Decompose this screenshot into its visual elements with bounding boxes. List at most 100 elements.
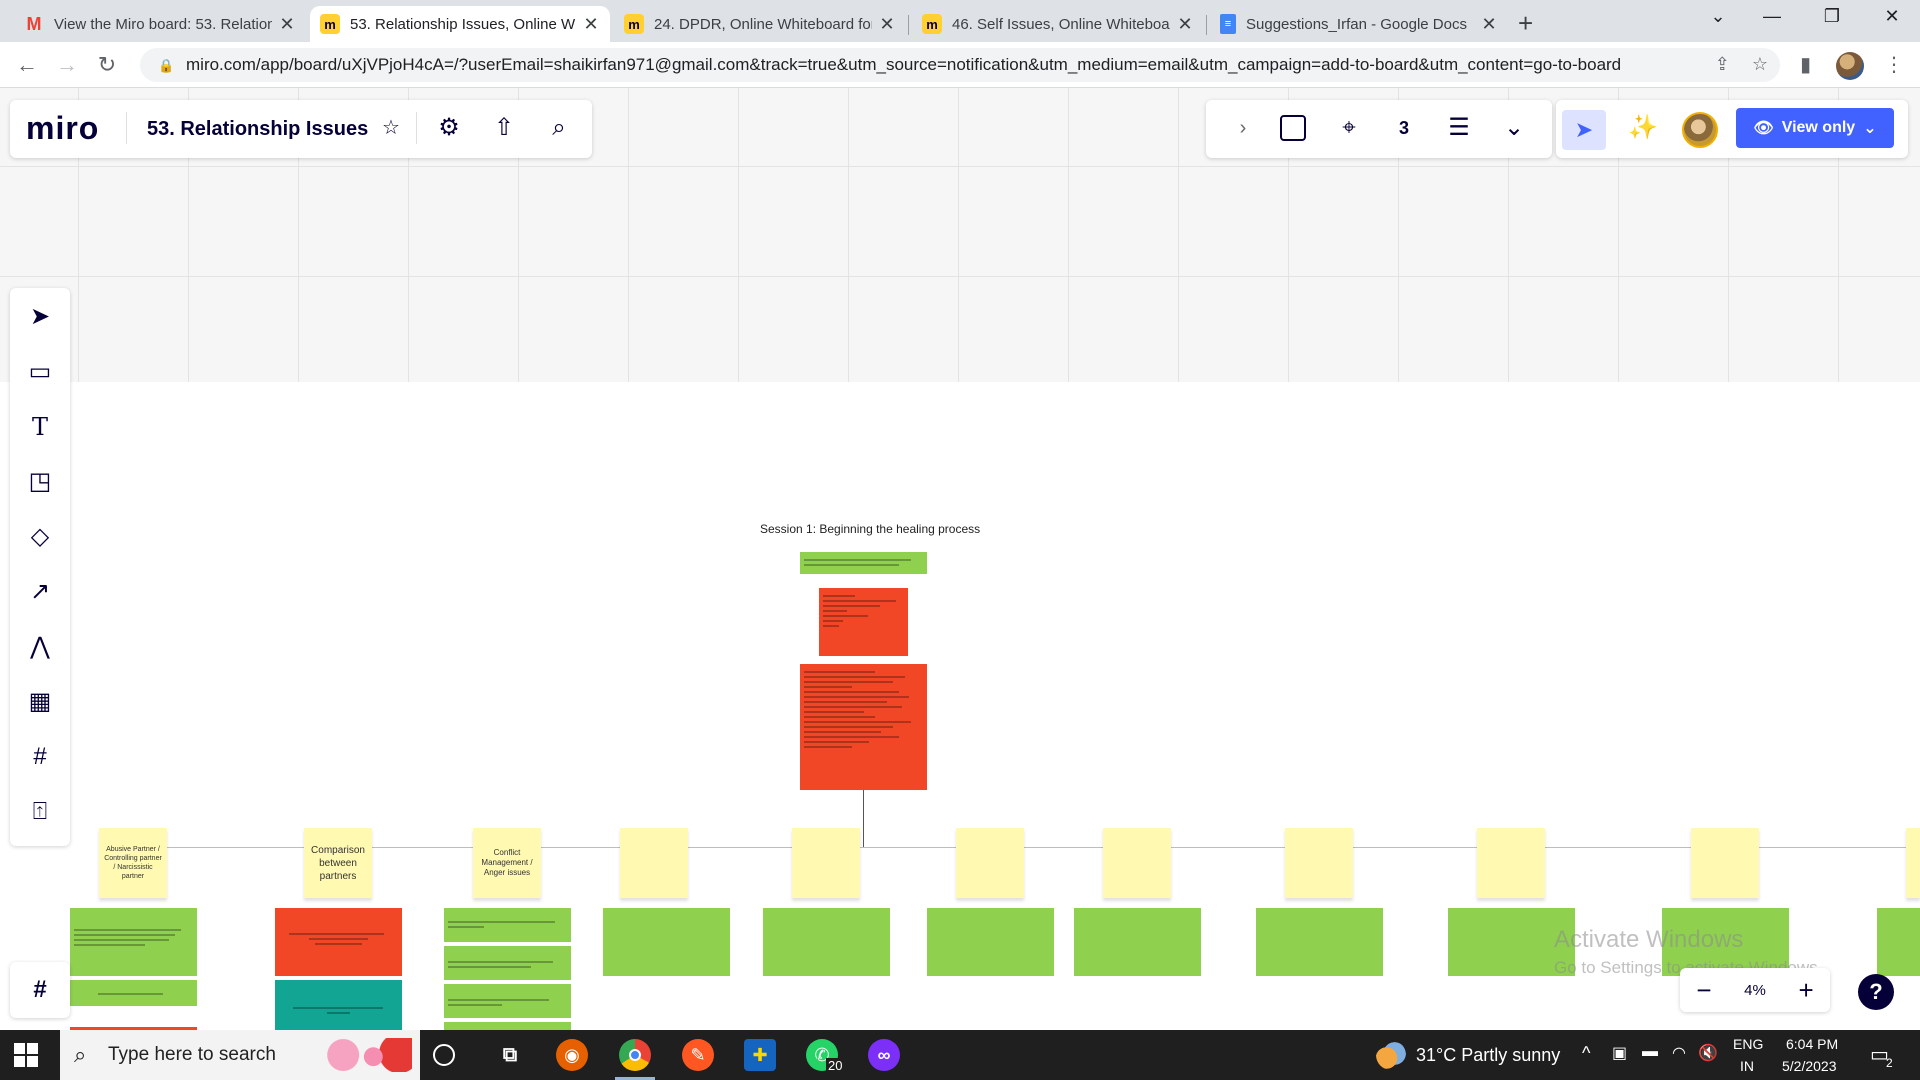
chrome-menu-icon[interactable]: ⋮ [1884,52,1904,77]
green-card[interactable] [1074,908,1201,976]
focus-frame-icon[interactable]: ⌖ [1334,113,1364,143]
volume-muted-icon[interactable]: 🔇 [1698,1043,1718,1063]
shapes-icon[interactable]: ◇ [25,522,55,552]
green-card[interactable] [927,908,1054,976]
miro-board-canvas[interactable]: Session 1: Beginning the healing process… [0,88,1920,1030]
comment-icon[interactable]: ▭ [25,357,55,387]
view-only-button[interactable]: 👁 View only ⌄ [1736,108,1894,148]
minimize-button[interactable]: — [1752,6,1792,27]
green-card[interactable] [763,908,890,976]
wifi-icon[interactable]: ◠ [1672,1043,1686,1063]
windows-start-icon[interactable] [14,1043,38,1067]
tab-google-docs[interactable]: ≡ Suggestions_Irfan - Google Docs ✕ [1210,6,1508,42]
upload-icon[interactable]: ⇧ [489,113,519,143]
notes-icon[interactable]: ☰ [1444,113,1474,143]
presentation-icon[interactable] [1280,115,1306,141]
sticky-note-icon[interactable]: ◳ [25,467,55,497]
green-card[interactable] [444,984,571,1018]
sticky-note[interactable] [1691,828,1759,898]
zoom-out-icon[interactable]: − [1696,975,1711,1006]
zoom-level[interactable]: 4% [1744,982,1766,999]
chrome-icon[interactable] [619,1039,651,1071]
firefox-icon[interactable]: ◉ [556,1039,588,1071]
tab-search-chevron-icon[interactable]: ⌄ [1698,6,1738,27]
templates-icon[interactable]: ▦ [25,687,55,717]
lock-icon[interactable]: 🔒 [158,58,174,73]
session-intro-card[interactable] [800,552,927,574]
sticky-note-abusive-partner[interactable]: Abusive Partner / Controlling partner / … [99,828,167,898]
address-bar[interactable]: 🔒 miro.com/app/board/uXjVPjoH4cA=/?userE… [140,48,1780,82]
language-indicator[interactable]: ENG [1733,1036,1763,1052]
text-icon[interactable]: T [25,412,55,442]
connection-line-icon[interactable]: ↗ [25,577,55,607]
clock-date[interactable]: 5/2/2023 [1782,1058,1837,1074]
tab-relationship-issues[interactable]: m 53. Relationship Issues, Online W ✕ [310,6,610,42]
star-icon[interactable]: ☆ [376,113,406,143]
clock-time[interactable]: 6:04 PM [1786,1036,1838,1052]
green-card[interactable] [70,980,197,1006]
task-view-icon[interactable]: ⧉ [494,1039,526,1071]
sticky-note[interactable] [1285,828,1353,898]
gear-icon[interactable]: ⚙ [434,113,464,143]
weather-icon[interactable] [1376,1040,1406,1070]
close-icon[interactable]: ✕ [878,14,896,35]
sticky-note-conflict-management[interactable]: Conflict Management / Anger issues [473,828,541,898]
green-card[interactable] [444,908,571,942]
green-card[interactable] [1256,908,1383,976]
sticky-note[interactable] [620,828,688,898]
close-icon[interactable]: ✕ [582,14,600,35]
calendar-icon[interactable]: 3 [1389,113,1419,143]
sticky-note[interactable] [792,828,860,898]
chevron-right-icon[interactable]: › [1228,113,1258,143]
double-chevron-down-icon[interactable]: ⌄ [1499,113,1529,143]
weather-text[interactable]: 31°C Partly sunny [1416,1045,1560,1066]
frame-icon[interactable]: # [25,742,55,772]
back-arrow-icon[interactable]: ← [12,50,42,80]
red-card[interactable] [275,908,402,976]
cursor-icon[interactable]: ➤ [1562,110,1606,150]
close-window-button[interactable]: ✕ [1872,6,1912,27]
red-content-card[interactable] [800,664,927,790]
region-indicator[interactable]: IN [1740,1058,1754,1074]
pen-icon[interactable]: ⋀ [25,632,55,662]
mask-app-icon[interactable]: ∞ [868,1039,900,1071]
sticky-note-comparison[interactable]: Comparison between partners [304,828,372,898]
green-card[interactable] [444,946,571,980]
search-icon[interactable]: ⌕ [544,113,574,143]
tab-dpdr[interactable]: m 24. DPDR, Online Whiteboard for ✕ [614,6,906,42]
cortana-icon[interactable] [433,1044,455,1066]
side-panel-icon[interactable]: ▮ [1800,52,1811,77]
browser-profile-avatar[interactable] [1836,52,1864,80]
close-icon[interactable]: ✕ [1480,14,1498,35]
app-icon[interactable]: ✚ [744,1039,776,1071]
reload-icon[interactable]: ↻ [92,50,122,80]
green-card[interactable] [70,908,197,976]
upload-icon[interactable]: ⍐ [25,797,55,827]
tray-chevron-up-icon[interactable]: ^ [1582,1043,1590,1064]
bookmark-star-icon[interactable]: ☆ [1752,54,1768,75]
meet-icon[interactable]: ▣ [1612,1043,1627,1063]
postman-icon[interactable]: ✎ [682,1039,714,1071]
forward-arrow-icon[interactable]: → [52,50,82,80]
tab-gmail[interactable]: M View the Miro board: 53. Relation ✕ [14,6,306,42]
help-button[interactable]: ? [1858,974,1894,1010]
close-icon[interactable]: ✕ [278,14,296,35]
battery-icon[interactable]: ▬ [1642,1043,1658,1061]
frames-icon[interactable]: # [25,975,55,1005]
miro-logo[interactable]: miro [26,110,99,147]
teal-card[interactable] [275,980,402,1030]
sticky-note[interactable] [1906,828,1920,898]
select-cursor-icon[interactable]: ➤ [25,302,55,332]
zoom-in-icon[interactable]: + [1798,975,1813,1006]
green-card[interactable] [603,908,730,976]
share-icon[interactable]: ⇪ [1715,54,1730,75]
red-note-card[interactable] [819,588,908,656]
user-avatar[interactable] [1682,112,1718,148]
sticky-note[interactable] [956,828,1024,898]
tab-self-issues[interactable]: m 46. Self Issues, Online Whiteboar ✕ [912,6,1204,42]
new-tab-button[interactable]: + [1518,8,1533,39]
sticky-note[interactable] [1477,828,1545,898]
sticky-note[interactable] [1103,828,1171,898]
board-title[interactable]: 53. Relationship Issues [147,118,368,141]
close-icon[interactable]: ✕ [1176,14,1194,35]
